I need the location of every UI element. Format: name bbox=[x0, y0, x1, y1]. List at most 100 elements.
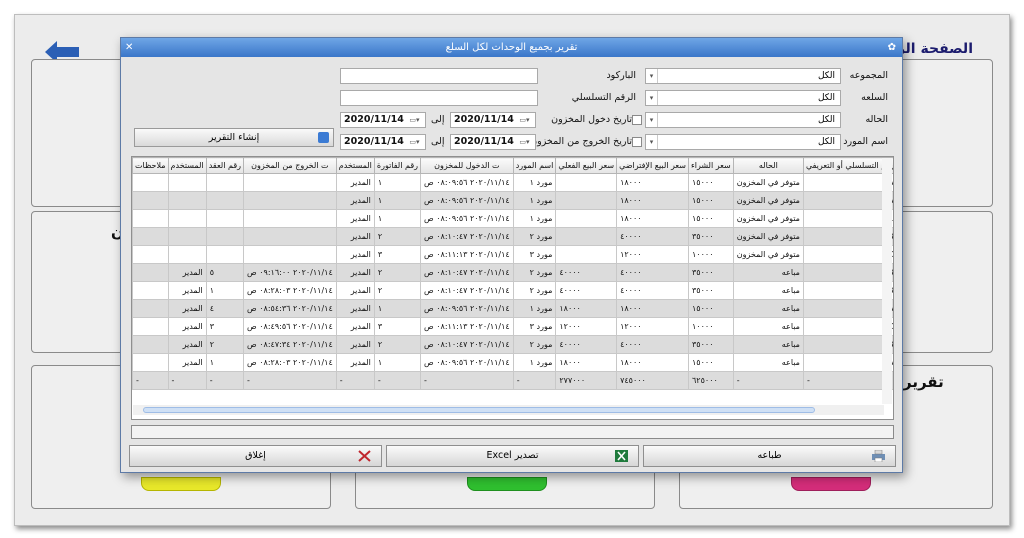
col-actual-sale-price-header[interactable]: سعر البيع الفعلي bbox=[555, 157, 618, 174]
report-grid[interactable]: مالباركودالرقم التسلسلي أو التعريفيالحال… bbox=[131, 156, 894, 420]
horizontal-scrollbar[interactable] bbox=[133, 405, 884, 415]
col-user-cell: المدير bbox=[335, 263, 375, 282]
col-user-cell: المدير bbox=[335, 227, 375, 246]
report-table: مالباركودالرقم التسلسلي أو التعريفيالحال… bbox=[132, 157, 893, 390]
excel-icon bbox=[615, 450, 628, 462]
col-supplier-cell: مورد ٣ bbox=[512, 317, 557, 336]
serial-label: الرقم التسلسلي bbox=[571, 92, 636, 103]
col-user-2-cell: - bbox=[167, 371, 207, 390]
col-serial-header[interactable]: الرقم التسلسلي أو التعريفي bbox=[802, 157, 893, 174]
col-entry-date-cell: ٢٠٢٠/١١/١٤ ٠٨:١٠:٤٧ ص bbox=[420, 227, 514, 246]
entry-date-from[interactable]: 2020/11/14 ▭▾ bbox=[450, 112, 536, 128]
table-row[interactable]: ١١١١١١١١١A8متوفر في المخزون١٥٠٠٠١٨٠٠٠مور… bbox=[132, 173, 893, 192]
col-actual-sale-price-cell bbox=[555, 191, 618, 210]
group-select[interactable]: ▾ الكل bbox=[645, 68, 841, 84]
close-button[interactable]: إغلاق bbox=[129, 445, 382, 467]
table-row[interactable]: ١١١١١١١١١A9متوفر في المخزون١٥٠٠٠١٨٠٠٠مور… bbox=[132, 191, 893, 210]
col-purchase-price-cell: ١٠٠٠٠ bbox=[688, 245, 734, 264]
table-row[interactable]: ٢٢٢٢٢٢٢٢٢٢B4متوفر في المخزون٣٥٠٠٠٤٠٠٠٠مو… bbox=[132, 227, 893, 246]
col-actual-sale-price-cell bbox=[555, 227, 618, 246]
col-actual-sale-price-cell: ٢٧٧٠٠٠ bbox=[555, 371, 618, 390]
vertical-scrollbar[interactable] bbox=[882, 158, 892, 404]
print-button[interactable]: طباعه bbox=[643, 445, 896, 467]
exit-date-to[interactable]: 2020/11/14 ▭▾ bbox=[340, 134, 426, 150]
col-user-2-cell bbox=[167, 209, 207, 228]
col-status-cell: متوفر في المخزون bbox=[732, 173, 804, 192]
table-row[interactable]: ٣...٣٣٣٣٣٣٣C1مباعه١٠٠٠٠١٢٠٠٠١٢٠٠٠مورد ٣٢… bbox=[132, 317, 893, 336]
system-menu-icon[interactable]: ✿ bbox=[888, 38, 896, 57]
col-serial-cell: C2 bbox=[802, 245, 893, 264]
col-notes-cell bbox=[132, 209, 169, 228]
exit-date-checkbox[interactable] bbox=[632, 137, 642, 147]
col-purchase-price-cell: ١٥٠٠٠ bbox=[688, 209, 734, 228]
barcode-input[interactable] bbox=[340, 68, 538, 84]
col-default-sale-price-cell: ١٢٠٠٠ bbox=[616, 245, 689, 264]
status-label: الحاله bbox=[865, 114, 888, 125]
green-tile-badge bbox=[467, 477, 547, 491]
col-default-sale-price-cell: ٤٠٠٠٠ bbox=[616, 335, 689, 354]
create-report-button[interactable]: إنشاء التقرير bbox=[134, 128, 334, 147]
table-row[interactable]: ٢٢٢٢٢٢٢٢٢٢B2مباعه٣٥٠٠٠٤٠٠٠٠٤٠٠٠٠مورد ٢٢٠… bbox=[132, 335, 893, 354]
col-supplier-header[interactable]: اسم المورد bbox=[512, 157, 557, 174]
table-row[interactable]: ٢٢٢٢٢٢٢٢٢٢B3مباعه٣٥٠٠٠٤٠٠٠٠٤٠٠٠٠مورد ٢٢٠… bbox=[132, 263, 893, 282]
col-status-header[interactable]: الحاله bbox=[732, 157, 804, 174]
col-actual-sale-price-cell bbox=[555, 173, 618, 192]
col-invoice-no-cell: ١ bbox=[373, 353, 422, 372]
col-exit-date-header[interactable]: ت الخروج من المخزون bbox=[243, 157, 337, 174]
col-exit-date-cell: - bbox=[243, 371, 337, 390]
col-contract-no-cell: ١ bbox=[205, 281, 245, 300]
col-entry-date-header[interactable]: ت الدخول للمخزون bbox=[420, 157, 514, 174]
supplier-select[interactable]: ▾ الكل bbox=[645, 134, 841, 150]
table-row[interactable]: ١١١١١١١١١A1مباعه١٥٠٠٠١٨٠٠٠١٨٠٠٠مورد ١٢٠٢… bbox=[132, 353, 893, 372]
col-user-2-cell bbox=[167, 245, 207, 264]
col-exit-date-cell: ٢٠٢٠/١١/١٤ ٠٨:٢٨:٠٣ ص bbox=[243, 281, 337, 300]
col-serial-cell: B3 bbox=[802, 263, 893, 282]
col-entry-date-cell: ٢٠٢٠/١١/١٤ ٠٨:١١:١٣ ص bbox=[420, 245, 514, 264]
item-select[interactable]: ▾ الكل bbox=[645, 90, 841, 106]
col-purchase-price-cell: ١٥٠٠٠ bbox=[688, 353, 734, 372]
col-exit-date-cell bbox=[243, 173, 337, 192]
col-invoice-no-header[interactable]: رقم الفاتورة bbox=[373, 157, 422, 174]
table-row[interactable]: ١١١١١١١١١A10متوفر في المخزون١٥٠٠٠١٨٠٠٠مو… bbox=[132, 209, 893, 228]
col-exit-date-cell: ٢٠٢٠/١١/١٤ ٠٨:٤٩:٥٦ ص bbox=[243, 317, 337, 336]
col-purchase-price-header[interactable]: سعر الشراء bbox=[688, 157, 734, 174]
table-row[interactable]: ٣...٣٣٣٣٣٣٣C2متوفر في المخزون١٠٠٠٠١٢٠٠٠م… bbox=[132, 245, 893, 264]
table-row[interactable]: ٢٢٢٢٢٢٢٢٢٢B1مباعه٣٥٠٠٠٤٠٠٠٠٤٠٠٠٠مورد ٢٢٠… bbox=[132, 281, 893, 300]
table-row[interactable]: ١١١١١١١١١A3مباعه١٥٠٠٠١٨٠٠٠١٨٠٠٠مورد ١٢٠٢… bbox=[132, 299, 893, 318]
entry-date-checkbox[interactable] bbox=[632, 115, 642, 125]
export-excel-button[interactable]: تصدير Excel bbox=[386, 445, 639, 467]
col-contract-no-cell: ٥ bbox=[205, 263, 245, 282]
col-status-cell: متوفر في المخزون bbox=[732, 245, 804, 264]
col-contract-no-cell bbox=[205, 191, 245, 210]
col-notes-cell bbox=[132, 335, 169, 354]
col-supplier-cell: مورد ١ bbox=[512, 191, 557, 210]
col-user-header[interactable]: المستخدم bbox=[335, 157, 375, 174]
col-contract-no-cell: - bbox=[205, 371, 245, 390]
status-select[interactable]: ▾ الكل bbox=[645, 112, 841, 128]
col-invoice-no-cell: ١ bbox=[373, 191, 422, 210]
col-contract-no-header[interactable]: رقم العقد bbox=[205, 157, 245, 174]
col-default-sale-price-header[interactable]: سعر البيع الإفتراضي bbox=[616, 157, 689, 174]
col-default-sale-price-cell: ١٨٠٠٠ bbox=[616, 191, 689, 210]
col-supplier-cell: مورد ٢ bbox=[512, 227, 557, 246]
col-user-cell: المدير bbox=[335, 299, 375, 318]
col-user-2-header[interactable]: المستخدم bbox=[167, 157, 207, 174]
col-user-cell: المدير bbox=[335, 209, 375, 228]
exit-date-from[interactable]: 2020/11/14 ▭▾ bbox=[450, 134, 536, 150]
table-row[interactable]: ----٦٢٥٠٠٠٧٤٥٠٠٠٢٧٧٠٠٠-------- bbox=[132, 371, 893, 390]
col-exit-date-cell: ٢٠٢٠/١١/١٤ ٠٨:٢٨:٠٣ ص bbox=[243, 353, 337, 372]
col-actual-sale-price-cell: ٤٠٠٠٠ bbox=[555, 281, 618, 300]
col-serial-cell: B1 bbox=[802, 281, 893, 300]
entry-date-to[interactable]: 2020/11/14 ▭▾ bbox=[340, 112, 426, 128]
scroll-thumb[interactable] bbox=[143, 407, 815, 413]
col-notes-cell bbox=[132, 191, 169, 210]
col-actual-sale-price-cell: ٤٠٠٠٠ bbox=[555, 335, 618, 354]
serial-input[interactable] bbox=[340, 90, 538, 106]
col-exit-date-cell bbox=[243, 209, 337, 228]
col-invoice-no-cell: ٢ bbox=[373, 227, 422, 246]
printer-icon bbox=[872, 450, 885, 462]
close-x-icon[interactable]: ✕ bbox=[125, 38, 133, 57]
col-status-cell: - bbox=[732, 371, 804, 390]
col-status-cell: مباعه bbox=[732, 353, 804, 372]
col-notes-header[interactable]: ملاحظات bbox=[132, 157, 169, 174]
